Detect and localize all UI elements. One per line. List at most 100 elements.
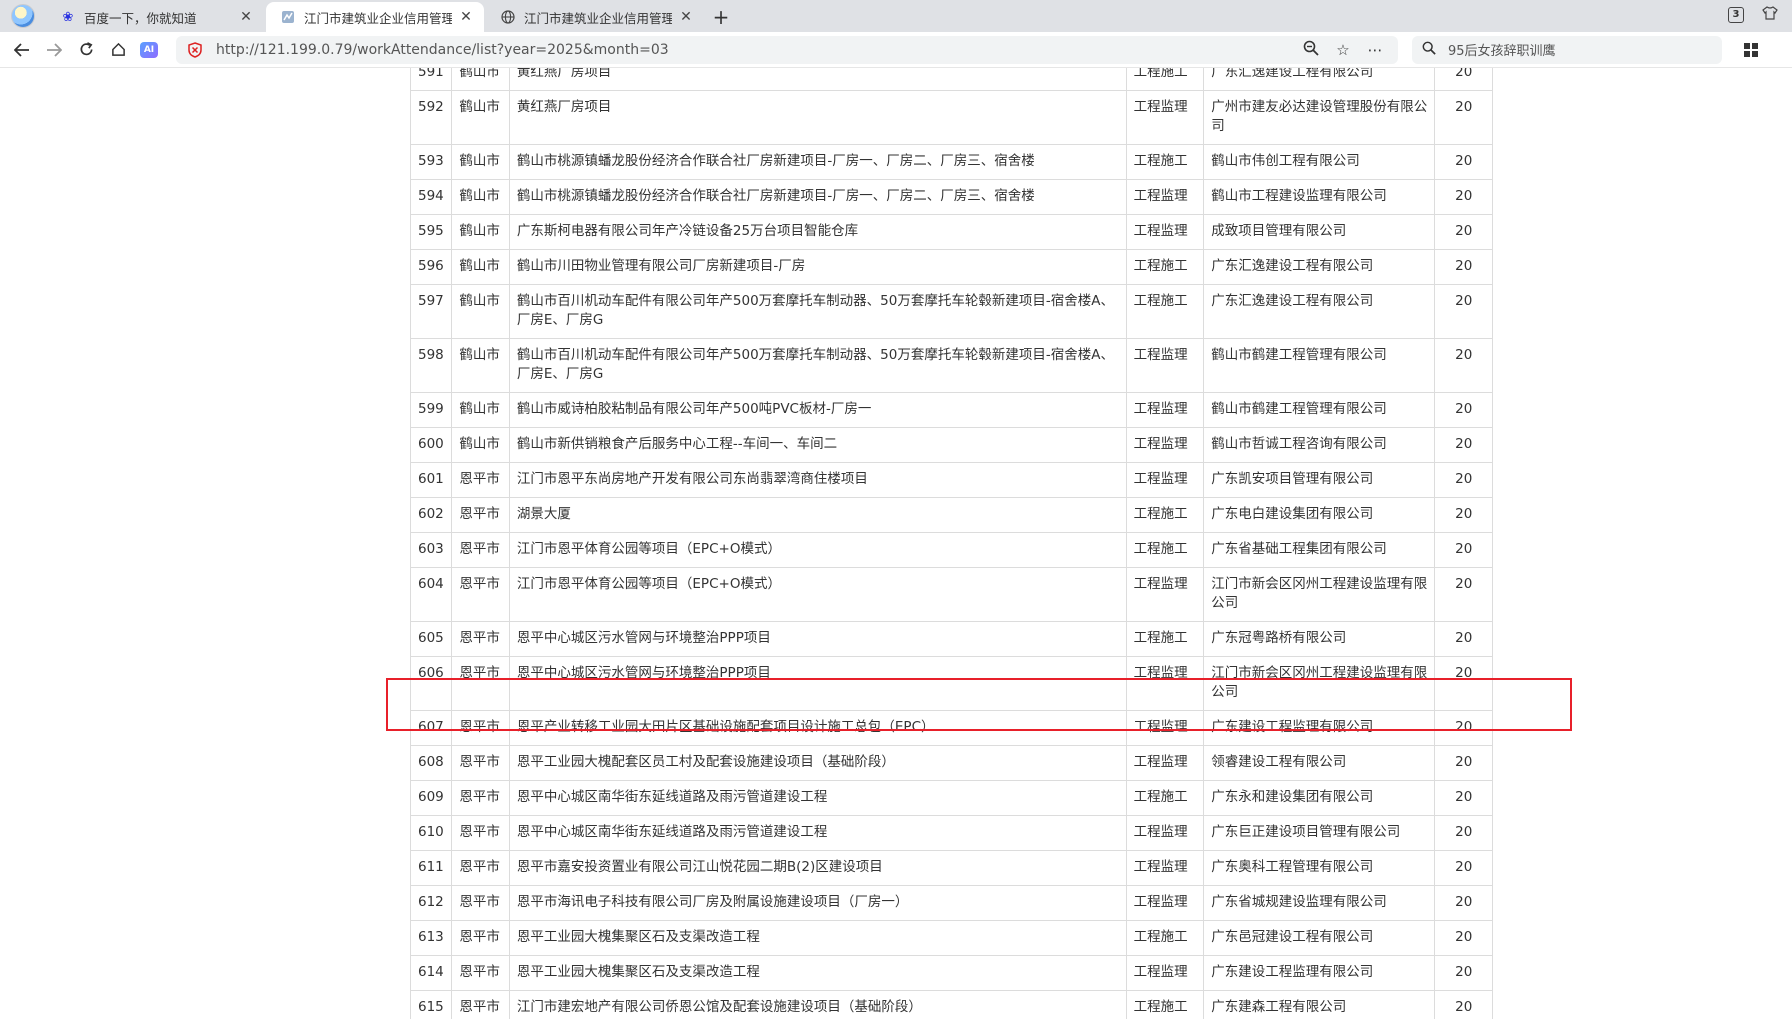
- table-row: 615 恩平市 江门市建宏地产有限公司侨恩公馆及配套设施建设项目（基础阶段） 工…: [409, 990, 1493, 1019]
- work-type-cell: 工程监理: [1125, 427, 1205, 463]
- url-text[interactable]: http://121.199.0.79/workAttendance/list?…: [216, 42, 1292, 58]
- row-number: 603: [409, 532, 453, 568]
- search-icon: [1422, 41, 1436, 59]
- company-cell: 鹤山市鹤建工程管理有限公司: [1203, 338, 1436, 393]
- project-name-cell: 恩平工业园大槐集聚区石及支渠改造工程: [508, 920, 1127, 956]
- row-number: 613: [409, 920, 453, 956]
- city-cell: 恩平市: [451, 990, 510, 1019]
- project-name-cell: 恩平工业园大槐配套区员工村及配套设施建设项目（基础阶段）: [508, 745, 1127, 781]
- work-type-cell: 工程施工: [1125, 920, 1205, 956]
- work-type-cell: 工程监理: [1125, 710, 1205, 746]
- company-cell: 广东电白建设集团有限公司: [1203, 497, 1436, 533]
- page-content: 591 鹤山市 黄红燕厂房项目 工程施工 广东汇逸建设工程有限公司 20 592…: [0, 68, 1792, 1019]
- attendance-count-cell: 20: [1434, 710, 1493, 746]
- project-name-cell: 鹤山市威诗柏胶粘制品有限公司年产500吨PVC板材-厂房一: [508, 392, 1127, 428]
- shirt-skin-icon[interactable]: [1762, 6, 1778, 24]
- new-tab-plus-icon[interactable]: +: [706, 2, 736, 32]
- close-icon[interactable]: ✕: [678, 9, 694, 25]
- work-type-cell: 工程监理: [1125, 214, 1205, 250]
- browser-logo-icon[interactable]: [0, 0, 46, 32]
- attendance-count-cell: 20: [1434, 780, 1493, 816]
- ai-assistant-icon[interactable]: AI: [140, 41, 158, 58]
- city-cell: 恩平市: [451, 497, 510, 533]
- row-number: 593: [409, 144, 453, 180]
- reload-icon[interactable]: [70, 34, 102, 66]
- project-name-cell: 黄红燕厂房项目: [508, 90, 1127, 145]
- back-arrow-icon[interactable]: [6, 34, 38, 66]
- attendance-count-cell: 20: [1434, 68, 1493, 91]
- row-number: 614: [409, 955, 453, 991]
- company-cell: 广东省基础工程集团有限公司: [1203, 532, 1436, 568]
- attendance-count-cell: 20: [1434, 815, 1493, 851]
- company-cell: 广东建设工程监理有限公司: [1203, 955, 1436, 991]
- row-number: 602: [409, 497, 453, 533]
- table-row: 605 恩平市 恩平中心城区污水管网与环境整治PPP项目 工程施工 广东冠粤路桥…: [409, 621, 1493, 657]
- city-cell: 恩平市: [451, 710, 510, 746]
- city-cell: 鹤山市: [451, 427, 510, 463]
- company-cell: 广州市建友必达建设管理股份有限公司: [1203, 90, 1436, 145]
- work-type-cell: 工程监理: [1125, 179, 1205, 215]
- bookmark-star-icon[interactable]: ☆: [1330, 41, 1356, 59]
- attendance-count-cell: 20: [1434, 885, 1493, 921]
- table-row: 598 鹤山市 鹤山市百川机动车配件有限公司年产500万套摩托车制动器、50万套…: [409, 338, 1493, 393]
- row-number: 594: [409, 179, 453, 215]
- address-bar[interactable]: http://121.199.0.79/workAttendance/list?…: [176, 35, 1398, 64]
- project-name-cell: 恩平产业转移工业园大田片区基础设施配套项目设计施工总包（EPC）: [508, 710, 1127, 746]
- work-type-cell: 工程监理: [1125, 815, 1205, 851]
- company-cell: 成致项目管理有限公司: [1203, 214, 1436, 250]
- window-controls: 3: [1728, 6, 1778, 24]
- not-secure-shield-icon[interactable]: [186, 41, 204, 59]
- close-icon[interactable]: ✕: [238, 9, 254, 25]
- attendance-count-cell: 20: [1434, 621, 1493, 657]
- close-icon[interactable]: ✕: [458, 9, 474, 25]
- attendance-count-cell: 20: [1434, 462, 1493, 498]
- tab-baidu[interactable]: ❀ 百度一下，你就知道 ✕: [46, 2, 264, 32]
- attendance-count-cell: 20: [1434, 532, 1493, 568]
- forward-arrow-icon[interactable]: [38, 34, 70, 66]
- city-cell: 恩平市: [451, 780, 510, 816]
- attendance-count-cell: 20: [1434, 920, 1493, 956]
- globe-icon: [500, 9, 516, 25]
- row-number: 609: [409, 780, 453, 816]
- project-name-cell: 湖景大厦: [508, 497, 1127, 533]
- row-number: 606: [409, 656, 453, 711]
- tab-count-icon[interactable]: 3: [1728, 7, 1744, 23]
- zoom-search-icon[interactable]: [1298, 40, 1324, 60]
- table-row: 604 恩平市 江门市恩平体育公园等项目（EPC+O模式） 工程监理 江门市新会…: [409, 567, 1493, 622]
- work-type-cell: 工程监理: [1125, 90, 1205, 145]
- company-cell: 鹤山市鹤建工程管理有限公司: [1203, 392, 1436, 428]
- table-row: 600 鹤山市 鹤山市新供销粮食产后服务中心工程--车间一、车间二 工程监理 鹤…: [409, 427, 1493, 463]
- company-cell: 广东永和建设集团有限公司: [1203, 780, 1436, 816]
- baidu-paw-icon: ❀: [62, 9, 74, 25]
- tab-credit-system-active[interactable]: 江门市建筑业企业信用管理信 ✕: [266, 2, 484, 32]
- project-name-cell: 江门市恩平体育公园等项目（EPC+O模式）: [508, 567, 1127, 622]
- site-icon: [280, 9, 296, 25]
- search-input[interactable]: [1446, 41, 1690, 58]
- city-cell: 鹤山市: [451, 144, 510, 180]
- row-number: 598: [409, 338, 453, 393]
- tab-credit-system[interactable]: 江门市建筑业企业信用管理信 ✕: [486, 2, 704, 32]
- company-cell: 广东汇逸建设工程有限公司: [1203, 68, 1436, 91]
- apps-grid-icon[interactable]: [1744, 42, 1758, 57]
- table-row: 592 鹤山市 黄红燕厂房项目 工程监理 广州市建友必达建设管理股份有限公司 2…: [409, 90, 1493, 145]
- attendance-table: 591 鹤山市 黄红燕厂房项目 工程施工 广东汇逸建设工程有限公司 20 592…: [409, 68, 1493, 1019]
- attendance-count-cell: 20: [1434, 249, 1493, 285]
- work-type-cell: 工程监理: [1125, 392, 1205, 428]
- attendance-count-cell: 20: [1434, 427, 1493, 463]
- work-type-cell: 工程监理: [1125, 338, 1205, 393]
- more-dots-icon[interactable]: ⋯: [1362, 41, 1388, 59]
- company-cell: 广东汇逸建设工程有限公司: [1203, 284, 1436, 339]
- search-box[interactable]: [1412, 35, 1722, 64]
- company-cell: 鹤山市工程建设监理有限公司: [1203, 179, 1436, 215]
- row-number: 612: [409, 885, 453, 921]
- company-cell: 领睿建设工程有限公司: [1203, 745, 1436, 781]
- company-cell: 广东奥科工程管理有限公司: [1203, 850, 1436, 886]
- table-row: 591 鹤山市 黄红燕厂房项目 工程施工 广东汇逸建设工程有限公司 20: [409, 68, 1493, 91]
- city-cell: 恩平市: [451, 621, 510, 657]
- project-name-cell: 鹤山市百川机动车配件有限公司年产500万套摩托车制动器、50万套摩托车轮毂新建项…: [508, 338, 1127, 393]
- city-cell: 恩平市: [451, 745, 510, 781]
- home-icon[interactable]: [102, 34, 134, 66]
- row-number: 592: [409, 90, 453, 145]
- work-type-cell: 工程监理: [1125, 885, 1205, 921]
- project-name-cell: 鹤山市桃源镇蟠龙股份经济合作联合社厂房新建项目-厂房一、厂房二、厂房三、宿舍楼: [508, 179, 1127, 215]
